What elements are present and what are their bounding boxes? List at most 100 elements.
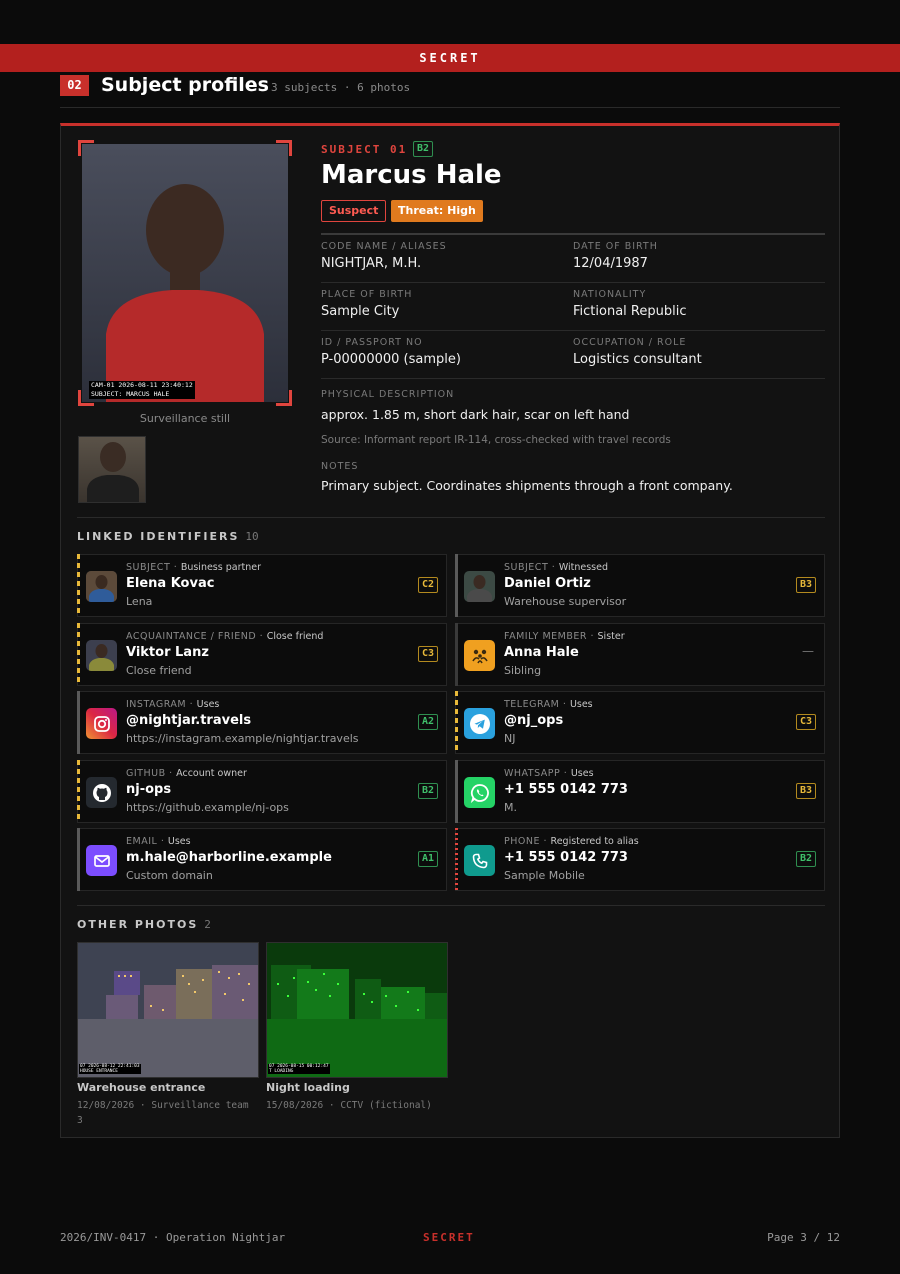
photo-thumbnail[interactable] bbox=[78, 436, 146, 503]
photo-caption: Warehouse entrance bbox=[77, 1081, 206, 1094]
person-photo-icon bbox=[86, 640, 117, 671]
identifier-detail: Sibling bbox=[504, 664, 542, 677]
link-stripe bbox=[77, 554, 80, 617]
photo-stamp: 07 2026-08-15 00:12:47 T LOADING bbox=[268, 1064, 330, 1074]
divider bbox=[77, 517, 825, 518]
identifier-detail: NJ bbox=[504, 732, 516, 745]
other-photos-title-text: OTHER PHOTOS bbox=[77, 918, 199, 931]
footer-case: 2026/INV-0417 · Operation Nightjar bbox=[60, 1231, 286, 1244]
identifier-name: Viktor Lanz bbox=[126, 645, 209, 660]
identifier-name: +1 555 0142 773 bbox=[504, 850, 628, 865]
photo-meta: 15/08/2026 · CCTV (fictional) bbox=[266, 1100, 432, 1111]
identifier-detail: https://github.example/nj-ops bbox=[126, 801, 289, 814]
identifier-name: @nj_ops bbox=[504, 713, 564, 728]
identifier-type: INSTAGRAM · Uses bbox=[126, 699, 220, 710]
link-stripe bbox=[455, 623, 458, 686]
physical-description: approx. 1.85 m, short dark hair, scar on… bbox=[321, 407, 630, 422]
other-photos-title: OTHER PHOTOS 2 bbox=[77, 918, 211, 931]
identifier-type: SUBJECT · Business partner bbox=[126, 562, 261, 573]
whatsapp-icon bbox=[464, 777, 495, 808]
grade-empty: — bbox=[802, 644, 814, 658]
identifier-relation: Uses bbox=[569, 699, 593, 710]
identifier-type-text: GITHUB bbox=[126, 768, 166, 779]
identifier-type-text: TELEGRAM bbox=[504, 699, 560, 710]
subject-photo: CAM-01 2026-08-11 23:40:12 SUBJECT: MARC… bbox=[82, 144, 288, 402]
identifier-type-text: SUBJECT bbox=[126, 562, 171, 573]
field-row: PLACE OF BIRTH Sample City NATIONALITY F… bbox=[321, 283, 825, 331]
photo-meta: 12/08/2026 · Surveillance team 3 bbox=[77, 1100, 249, 1126]
notes-text: Primary subject. Coordinates shipments t… bbox=[321, 478, 733, 493]
field-occupation: OCCUPATION / ROLE Logistics consultant bbox=[573, 337, 823, 367]
grade-badge: B2 bbox=[795, 851, 816, 867]
field-label: NATIONALITY bbox=[573, 289, 647, 300]
field-label: DATE OF BIRTH bbox=[573, 241, 658, 252]
subject-card: CAM-01 2026-08-11 23:40:12 SUBJECT: MARC… bbox=[60, 123, 840, 1138]
linked-identifier-card[interactable]: PHONE · Registered to alias +1 555 0142 … bbox=[455, 828, 825, 891]
linked-identifier-card[interactable]: ACQUAINTANCE / FRIEND · Close friend Vik… bbox=[77, 623, 447, 686]
identifier-relation: Uses bbox=[196, 699, 220, 710]
identifier-name: Elena Kovac bbox=[126, 576, 215, 591]
family-icon bbox=[464, 640, 495, 671]
grade-badge: B3 bbox=[795, 783, 816, 799]
identifier-type: PHONE · Registered to alias bbox=[504, 836, 639, 847]
divider bbox=[77, 905, 825, 906]
other-photo[interactable]: 07 2026-08-15 00:12:47 T LOADING Night lo… bbox=[266, 942, 448, 1113]
frame-corner bbox=[276, 140, 292, 156]
link-stripe bbox=[455, 554, 458, 617]
photo-stamp-line2: SUBJECT: MARCUS HALE bbox=[91, 390, 170, 398]
photo-warehouse-entrance: 07 2026-08-12 22:41:03 HOUSE ENTRANCE bbox=[77, 942, 259, 1078]
surveillance-photo[interactable]: CAM-01 2026-08-11 23:40:12 SUBJECT: MARC… bbox=[78, 140, 292, 406]
linked-identifier-card[interactable]: EMAIL · Uses m.hale@harborline.example C… bbox=[77, 828, 447, 891]
link-stripe bbox=[455, 828, 458, 891]
linked-identifier-card[interactable]: SUBJECT · Witnessed Daniel Ortiz Warehou… bbox=[455, 554, 825, 617]
telegram-icon bbox=[464, 708, 495, 739]
link-stripe bbox=[77, 760, 80, 823]
linked-identifier-card[interactable]: FAMILY MEMBER · Sister Anna Hale Sibling… bbox=[455, 623, 825, 686]
field-value: Logistics consultant bbox=[573, 352, 702, 367]
footer-page: Page 3 / 12 bbox=[767, 1231, 840, 1244]
identifier-detail: Sample Mobile bbox=[504, 869, 585, 882]
linked-identifier-card[interactable]: GITHUB · Account owner nj-ops https://gi… bbox=[77, 760, 447, 823]
section-header: 02 Subject profiles 3 subjects · 6 photo… bbox=[60, 74, 840, 108]
field-value: NIGHTJAR, M.H. bbox=[321, 256, 422, 271]
field-value: P-00000000 (sample) bbox=[321, 352, 461, 367]
photo-stamp-line1: CAM-01 2026-08-11 23:40:12 bbox=[91, 381, 193, 389]
subject-grade-badge: B2 bbox=[413, 141, 434, 157]
linked-identifier-card[interactable]: TELEGRAM · Uses @nj_ops NJ C3 bbox=[455, 691, 825, 754]
linked-title-text: LINKED IDENTIFIERS bbox=[77, 530, 240, 543]
subject-label: SUBJECT 01 bbox=[321, 143, 408, 156]
status-badge: Suspect bbox=[321, 200, 387, 222]
identifier-name: nj-ops bbox=[126, 782, 172, 797]
other-photo[interactable]: 07 2026-08-12 22:41:03 HOUSE ENTRANCE War… bbox=[77, 942, 259, 1128]
identifier-relation: Business partner bbox=[180, 562, 261, 573]
field-label: ID / PASSPORT NO bbox=[321, 337, 423, 348]
field-place-of-birth: PLACE OF BIRTH Sample City bbox=[321, 289, 571, 319]
field-row: CODE NAME / ALIASES NIGHTJAR, M.H. DATE … bbox=[321, 235, 825, 283]
field-dob: DATE OF BIRTH 12/04/1987 bbox=[573, 241, 823, 271]
linked-identifier-card[interactable]: INSTAGRAM · Uses @nightjar.travels https… bbox=[77, 691, 447, 754]
physical-description-label: PHYSICAL DESCRIPTION bbox=[321, 389, 455, 400]
identifier-relation: Uses bbox=[167, 836, 191, 847]
link-stripe bbox=[455, 691, 458, 754]
section-number: 02 bbox=[60, 75, 89, 96]
field-label: OCCUPATION / ROLE bbox=[573, 337, 687, 348]
identifier-type: TELEGRAM · Uses bbox=[504, 699, 593, 710]
grade-badge: C2 bbox=[417, 577, 438, 593]
other-photos-count: 2 bbox=[204, 918, 211, 931]
field-label: PLACE OF BIRTH bbox=[321, 289, 413, 300]
identifier-type-text: SUBJECT bbox=[504, 562, 549, 573]
frame-corner bbox=[78, 390, 94, 406]
link-stripe bbox=[455, 760, 458, 823]
identifier-detail: Lena bbox=[126, 595, 153, 608]
person-silhouette-icon bbox=[106, 184, 264, 402]
frame-corner bbox=[276, 390, 292, 406]
linked-identifier-card[interactable]: SUBJECT · Business partner Elena Kovac L… bbox=[77, 554, 447, 617]
subject-name: Marcus Hale bbox=[321, 160, 502, 190]
identifier-relation: Witnessed bbox=[558, 562, 609, 573]
linked-identifiers-title: LINKED IDENTIFIERS 10 bbox=[77, 530, 259, 543]
linked-count: 10 bbox=[245, 530, 259, 543]
identifier-type: SUBJECT · Witnessed bbox=[504, 562, 609, 573]
github-icon bbox=[86, 777, 117, 808]
linked-identifier-card[interactable]: WHATSAPP · Uses +1 555 0142 773 M. B3 bbox=[455, 760, 825, 823]
link-stripe bbox=[77, 623, 80, 686]
